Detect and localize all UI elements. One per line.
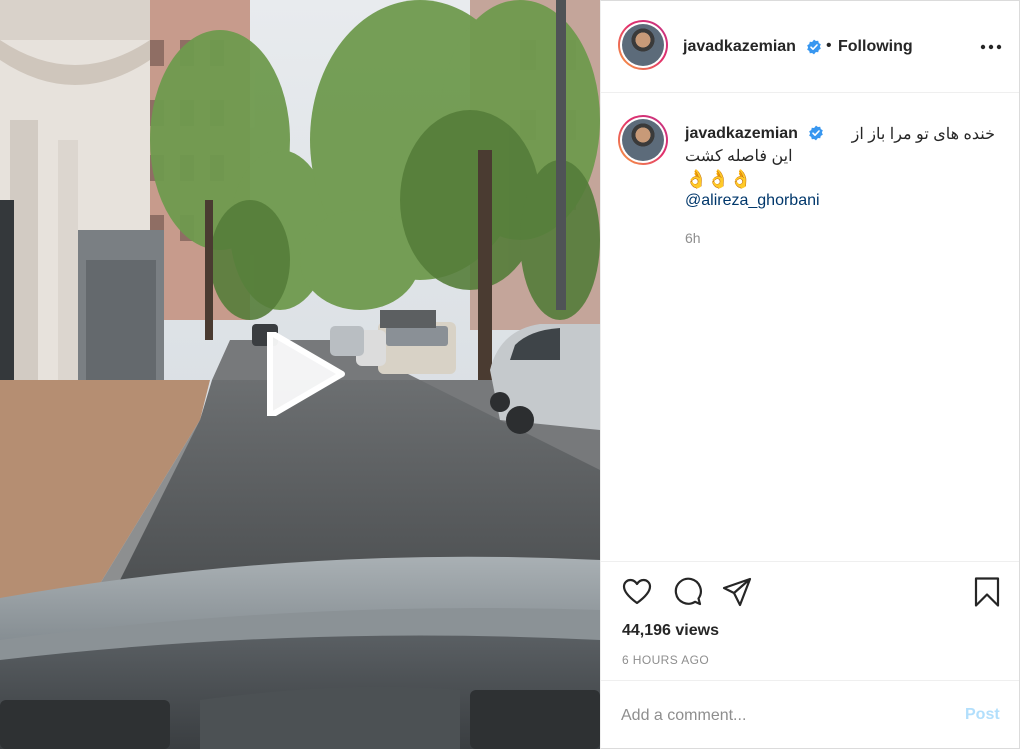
avatar-ring	[620, 22, 666, 68]
add-comment-form: Post	[601, 680, 1019, 749]
save-button[interactable]	[971, 576, 1003, 608]
header-separator: •	[826, 37, 832, 54]
share-icon	[722, 577, 752, 607]
avatar-image	[622, 24, 664, 66]
caption-text: خنده های تو مرا باز از این فاصله کشت 👌👌👌…	[685, 124, 995, 212]
avatar-ring	[620, 117, 666, 163]
comment-input[interactable]	[621, 703, 941, 729]
more-options-button[interactable]	[977, 37, 1005, 57]
views-count[interactable]: 44,196 views	[622, 622, 719, 640]
play-button[interactable]	[262, 332, 346, 416]
following-button[interactable]: Following	[838, 38, 913, 56]
post-actions: 44,196 views 6 HOURS AGO	[601, 561, 1019, 679]
caption-area: javadkazemian خنده های تو مرا باز از این…	[601, 94, 1019, 560]
heart-icon	[622, 578, 652, 605]
comment-icon	[674, 577, 702, 606]
caption-line-2: این فاصله کشت	[685, 148, 793, 165]
like-button[interactable]	[621, 576, 653, 608]
caption-emoji: 👌👌👌	[685, 169, 753, 189]
play-icon	[267, 332, 345, 416]
more-horizontal-icon	[980, 44, 1002, 50]
avatar-image	[622, 119, 664, 161]
post-age[interactable]: 6 HOURS AGO	[622, 653, 709, 667]
comment-button[interactable]	[671, 576, 703, 608]
author-username[interactable]: javadkazemian	[683, 38, 796, 56]
author-avatar[interactable]	[618, 20, 668, 70]
caption-line-1: خنده های تو مرا باز از	[851, 126, 995, 143]
post-header: javadkazemian • Following	[601, 1, 1019, 93]
bookmark-icon	[974, 577, 1000, 607]
share-button[interactable]	[721, 576, 753, 608]
post-video[interactable]	[0, 0, 600, 749]
post-details-panel: javadkazemian • Following javadkazemian …	[600, 0, 1020, 749]
verified-badge-icon	[806, 39, 822, 55]
post-comment-button[interactable]: Post	[965, 706, 1000, 724]
caption-timestamp[interactable]: 6h	[685, 230, 701, 246]
caption-author-avatar[interactable]	[618, 115, 668, 165]
mention-link[interactable]: @alireza_ghorbani	[685, 190, 995, 212]
